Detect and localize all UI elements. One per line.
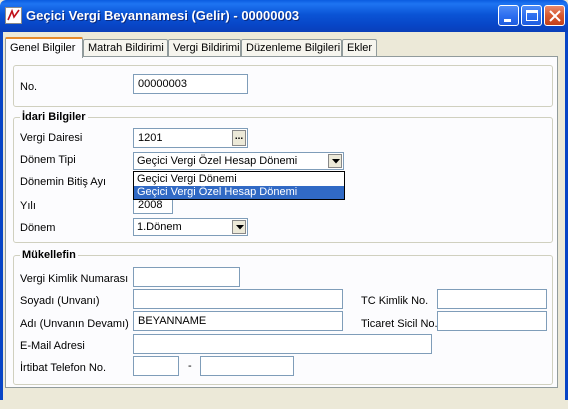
- window-title: Geçici Vergi Beyannamesi (Gelir) - 00000…: [26, 8, 300, 23]
- no-field[interactable]: 00000003: [133, 74, 248, 94]
- tab-genel-bilgiler[interactable]: Genel Bilgiler: [5, 37, 83, 58]
- close-button[interactable]: [544, 5, 565, 26]
- soyadi-label: Soyadı (Unvanı): [20, 295, 100, 307]
- telefon-label: İrtibat Telefon No.: [20, 362, 107, 374]
- minimize-icon: [504, 19, 511, 22]
- vergi-dairesi-field[interactable]: 1201 ...: [133, 128, 248, 148]
- no-group: [13, 65, 553, 107]
- tab-matrah-bildirimi[interactable]: Matrah Bildirimi: [83, 39, 168, 57]
- telefon-separator: -: [188, 360, 192, 372]
- tab-vergi-bildirimi[interactable]: Vergi Bildirimi: [168, 39, 241, 57]
- dropdown-option-ozel-hesap-donemi[interactable]: Geçici Vergi Özel Hesap Dönemi: [134, 186, 344, 199]
- no-label: No.: [20, 81, 38, 93]
- vergi-dairesi-label: Vergi Dairesi: [20, 132, 83, 144]
- tc-kimlik-field[interactable]: [437, 289, 547, 309]
- adi-field[interactable]: BEYANNAME: [133, 311, 343, 331]
- tab-duzenleme-bilgileri[interactable]: Düzenleme Bilgileri: [241, 39, 342, 57]
- donem-tipi-value: Geçici Vergi Özel Hesap Dönemi: [137, 155, 298, 167]
- title-bar: Geçici Vergi Beyannamesi (Gelir) - 00000…: [0, 0, 568, 32]
- maximize-button[interactable]: [521, 5, 542, 26]
- telefon-number-field[interactable]: [200, 356, 294, 376]
- donem-tipi-label: Dönem Tipi: [20, 154, 76, 166]
- idari-bilgiler-title: İdari Bilgiler: [20, 111, 88, 123]
- tab-ekler[interactable]: Ekler: [342, 39, 377, 57]
- vkn-field[interactable]: [133, 267, 240, 287]
- minimize-button[interactable]: [498, 5, 519, 26]
- window-bottom-edge: [0, 400, 568, 409]
- donem-select[interactable]: 1.Dönem: [133, 218, 248, 236]
- donem-tipi-dropdown-list: Geçici Vergi Dönemi Geçici Vergi Özel He…: [133, 171, 345, 200]
- email-field[interactable]: [133, 334, 432, 354]
- donem-tipi-select[interactable]: Geçici Vergi Özel Hesap Dönemi: [133, 152, 344, 170]
- mukellefin-title: Mükellefin: [20, 249, 78, 261]
- vergi-dairesi-value: 1201: [138, 132, 163, 144]
- close-icon: [549, 10, 561, 22]
- chevron-down-icon[interactable]: [328, 154, 342, 168]
- dropdown-option-gecici-vergi-donemi[interactable]: Geçici Vergi Dönemi: [134, 173, 344, 186]
- ticaret-sicil-label: Ticaret Sicil No.: [361, 318, 438, 330]
- soyadi-field[interactable]: [133, 289, 343, 309]
- tc-kimlik-label: TC Kimlik No.: [361, 295, 429, 307]
- donem-label: Dönem: [20, 222, 56, 234]
- adi-label: Adı (Unvanın Devamı): [20, 318, 129, 330]
- maximize-icon: [526, 10, 538, 21]
- chevron-down-icon[interactable]: [232, 220, 246, 234]
- yil-label: Yılı: [20, 200, 36, 212]
- vkn-label: Vergi Kimlik Numarası: [20, 273, 129, 285]
- donem-value: 1.Dönem: [137, 221, 182, 233]
- ticaret-sicil-field[interactable]: [437, 311, 547, 331]
- donem-bitis-ayi-label: Dönemin Bitiş Ayı: [20, 176, 107, 188]
- telefon-area-field[interactable]: [133, 356, 179, 376]
- vergi-dairesi-lookup-button[interactable]: ...: [232, 130, 246, 146]
- app-logo-icon: [5, 7, 22, 24]
- email-label: E-Mail Adresi: [20, 340, 85, 352]
